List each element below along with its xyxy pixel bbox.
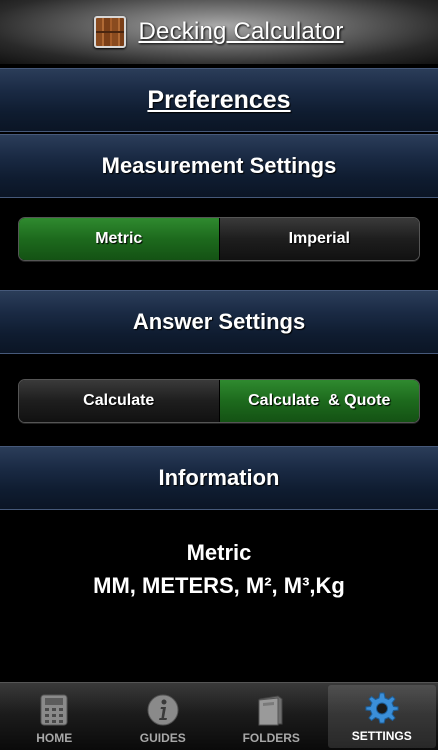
info-units-list: MM, METERS, M², M³,Kg xyxy=(93,573,345,598)
preferences-header: Preferences xyxy=(0,68,438,132)
imperial-option[interactable]: Imperial xyxy=(218,218,419,260)
metric-option[interactable]: Metric xyxy=(19,218,219,260)
tab-settings-label: SETTINGS xyxy=(351,729,412,743)
tab-bar: HOME GUIDES FOLDERS SETTINGS xyxy=(0,682,438,750)
gear-icon xyxy=(365,692,399,724)
tab-home[interactable]: HOME xyxy=(0,683,109,750)
title-bar: Decking Calculator xyxy=(0,0,438,66)
tab-home-label: HOME xyxy=(36,731,73,745)
tab-guides-label: GUIDES xyxy=(139,731,186,745)
calculator-icon xyxy=(40,694,68,726)
tab-guides[interactable]: GUIDES xyxy=(109,683,218,750)
deck-planks-icon xyxy=(94,16,127,48)
folder-icon xyxy=(258,695,283,726)
answer-toggle[interactable]: Calculate Calculate & Quote xyxy=(18,379,420,423)
info-unit-system: Metric xyxy=(186,540,252,565)
measurement-toggle[interactable]: Metric Imperial xyxy=(18,217,420,261)
calculate-option[interactable]: Calculate xyxy=(19,380,219,422)
tab-settings[interactable]: SETTINGS xyxy=(327,685,436,748)
tab-folders[interactable]: FOLDERS xyxy=(217,683,326,750)
info-icon xyxy=(147,694,179,726)
measurement-settings-header: Measurement Settings xyxy=(0,134,438,198)
app-title: Decking Calculator xyxy=(138,18,344,45)
information-header: Information xyxy=(0,446,438,510)
tab-folders-label: FOLDERS xyxy=(242,731,300,745)
calculate-quote-option[interactable]: Calculate & Quote xyxy=(218,380,419,422)
answer-settings-header: Answer Settings xyxy=(0,290,438,354)
